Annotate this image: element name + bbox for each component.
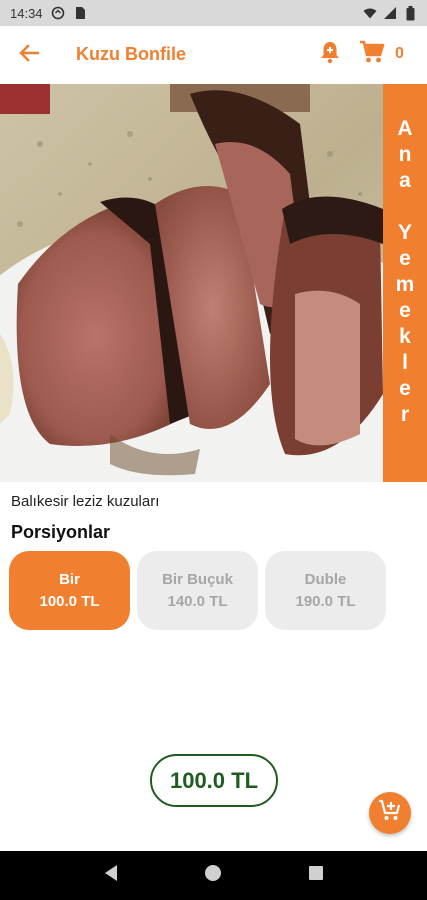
nav-back-button[interactable] [96, 861, 126, 891]
category-letter: m [395, 273, 415, 296]
portion-price: 100.0 TL [39, 592, 100, 610]
portion-label: Bir [59, 570, 80, 588]
add-to-cart-button[interactable] [369, 792, 411, 834]
status-time: 14:34 [10, 5, 43, 21]
cart-button[interactable] [358, 40, 386, 69]
portion-option-bir-bucuk[interactable]: Bir Buçuk 140.0 TL [137, 551, 258, 630]
app-bar: Kuzu Bonfile 0 [0, 26, 427, 84]
portions-title: Porsiyonlar [11, 522, 111, 542]
recents-square-icon [308, 865, 324, 886]
category-letter: r [400, 403, 410, 426]
notification-button[interactable] [317, 41, 343, 67]
category-tab[interactable]: A n a Y e m e k l e r [383, 84, 427, 482]
portion-price: 140.0 TL [167, 592, 228, 610]
battery-icon [403, 5, 417, 20]
category-letter: e [399, 299, 411, 322]
product-image [0, 84, 427, 482]
page-title: Kuzu Bonfile [76, 44, 186, 64]
back-button[interactable] [14, 40, 44, 70]
portion-label: Bir Buçuk [162, 570, 233, 588]
nav-home-button[interactable] [198, 861, 228, 891]
category-letter: k [399, 325, 411, 348]
system-nav-bar [0, 851, 427, 900]
category-letter: Y [397, 221, 412, 244]
category-letter: e [399, 247, 411, 270]
portion-option-duble[interactable]: Duble 190.0 TL [265, 551, 386, 630]
cart-icon [359, 40, 385, 69]
back-arrow-icon [18, 42, 40, 69]
category-letter: n [398, 143, 412, 166]
sim-card-icon [73, 6, 87, 20]
notification-bell-icon [319, 40, 341, 69]
wifi-icon [363, 6, 377, 20]
category-letter: l [402, 351, 408, 374]
back-triangle-icon [103, 864, 119, 887]
portion-price: 190.0 TL [295, 592, 356, 610]
status-bar: 14:34 [0, 0, 427, 26]
add-to-cart-icon [378, 799, 402, 828]
category-letter: e [399, 377, 411, 400]
portion-option-bir[interactable]: Bir 100.0 TL [9, 551, 130, 630]
nav-recents-button[interactable] [301, 861, 331, 891]
total-price: 100.0 TL [150, 754, 278, 807]
cart-count-badge: 0 [395, 45, 404, 62]
sync-icon [51, 6, 65, 20]
home-circle-icon [204, 864, 222, 887]
category-letter: A [397, 117, 413, 140]
product-description: Balıkesir leziz kuzuları [11, 493, 160, 510]
portion-label: Duble [304, 570, 347, 588]
signal-icon [383, 6, 397, 20]
category-letter: a [399, 169, 411, 192]
